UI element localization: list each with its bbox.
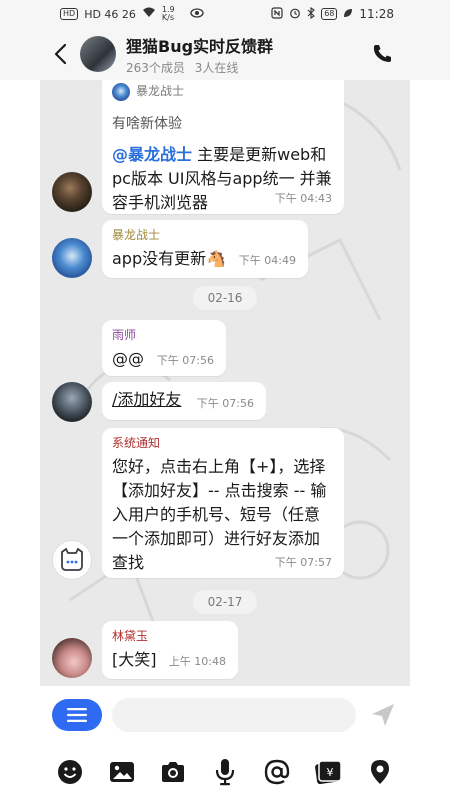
network-speed: 1.9 K/s bbox=[161, 5, 175, 22]
red-packet-icon: ¥ bbox=[315, 760, 343, 785]
message-time: 下午 04:49 bbox=[238, 254, 296, 267]
message-time: 下午 07:56 bbox=[196, 397, 254, 410]
message-time: 下午 04:43 bbox=[274, 192, 332, 205]
camera-icon bbox=[162, 762, 185, 782]
message-input[interactable] bbox=[112, 698, 356, 732]
avatar[interactable] bbox=[52, 172, 92, 212]
mention-button[interactable] bbox=[263, 758, 291, 786]
message-text: app没有更新🐴 bbox=[112, 249, 227, 268]
sender-name[interactable]: 雨师 bbox=[112, 326, 216, 343]
quoted-sender: 暴龙战士 bbox=[112, 82, 334, 101]
quoted-name: 暴龙战士 bbox=[136, 84, 185, 98]
message-bubble[interactable]: 暴龙战士 app没有更新🐴 下午 04:49 bbox=[102, 220, 308, 278]
red-packet-button[interactable]: ¥ bbox=[314, 758, 343, 786]
bluetooth-icon bbox=[307, 6, 316, 22]
avatar[interactable] bbox=[52, 382, 92, 422]
eye-icon bbox=[190, 7, 204, 21]
sender-name[interactable]: 暴龙战士 bbox=[112, 226, 298, 243]
message-bubble[interactable]: 系统通知 您好，点击右上角【+】，选择【添加好友】-- 点击搜索 -- 输入用户… bbox=[102, 428, 344, 578]
input-bar bbox=[40, 686, 410, 744]
group-title[interactable]: 狸猫Bug实时反馈群 bbox=[126, 33, 273, 57]
mention-link[interactable]: @暴龙战士 bbox=[112, 145, 192, 164]
group-avatar[interactable] bbox=[80, 36, 116, 72]
chat-area[interactable]: 暴龙战士 有啥新体验 @暴龙战士 主要是更新web和pc版本 UI风格与app统… bbox=[40, 80, 410, 686]
avatar[interactable] bbox=[52, 238, 92, 278]
message-bubble[interactable]: 雨师 @@ 下午 07:56 bbox=[102, 320, 226, 376]
smiley-icon bbox=[58, 760, 82, 784]
command-link[interactable]: /添加好友 bbox=[112, 390, 181, 409]
attachment-toolbar: ¥ bbox=[40, 744, 410, 800]
avatar[interactable] bbox=[52, 638, 92, 678]
group-subtitle: 263个成员 3人在线 bbox=[126, 59, 273, 76]
message-time: 下午 07:56 bbox=[156, 354, 214, 367]
image-button[interactable] bbox=[108, 758, 136, 786]
status-bar: HD HD 46 26 1.9 K/s 68 11:28 bbox=[0, 0, 450, 28]
microphone-icon bbox=[215, 759, 235, 786]
battery-level: 68 bbox=[321, 8, 338, 20]
sender-name[interactable]: 林黛玉 bbox=[112, 627, 228, 644]
at-sign-icon bbox=[264, 759, 289, 785]
message-bubble[interactable]: 暴龙战士 有啥新体验 @暴龙战士 主要是更新web和pc版本 UI风格与app统… bbox=[102, 80, 344, 214]
menu-button[interactable] bbox=[52, 699, 102, 731]
signal-text: HD 46 26 bbox=[84, 7, 136, 21]
message-bubble[interactable]: /添加好友 下午 07:56 bbox=[102, 382, 266, 420]
location-button[interactable] bbox=[366, 758, 394, 786]
svg-text:¥: ¥ bbox=[327, 766, 334, 779]
quoted-avatar bbox=[112, 82, 130, 101]
clock: 11:28 bbox=[359, 7, 394, 21]
message-text: [大笑] bbox=[112, 650, 157, 669]
date-divider: 02-16 bbox=[193, 286, 257, 310]
leaf-icon bbox=[343, 8, 353, 21]
menu-icon bbox=[67, 708, 87, 722]
phone-icon bbox=[373, 45, 391, 62]
send-icon bbox=[372, 704, 394, 726]
back-button[interactable] bbox=[40, 28, 80, 80]
avatar[interactable] bbox=[52, 540, 92, 580]
online-count: 3人在线 bbox=[194, 60, 239, 75]
image-icon bbox=[109, 762, 134, 782]
emoji-button[interactable] bbox=[56, 758, 84, 786]
chat-header: 狸猫Bug实时反馈群 263个成员 3人在线 bbox=[0, 28, 450, 80]
message-time: 上午 10:48 bbox=[168, 655, 226, 668]
sender-name[interactable]: 系统通知 bbox=[112, 434, 334, 451]
date-divider: 02-17 bbox=[193, 590, 257, 614]
nfc-icon bbox=[271, 6, 283, 22]
message-time: 下午 07:57 bbox=[274, 556, 332, 569]
camera-button[interactable] bbox=[159, 758, 187, 786]
member-count: 263个成员 bbox=[126, 60, 185, 75]
alarm-icon bbox=[289, 7, 301, 22]
wifi-icon bbox=[142, 7, 156, 21]
call-button[interactable] bbox=[370, 42, 394, 66]
quoted-text: 有啥新体验 bbox=[112, 115, 182, 132]
send-button[interactable] bbox=[370, 702, 396, 728]
voice-button[interactable] bbox=[211, 758, 239, 786]
chevron-left-icon bbox=[54, 43, 67, 65]
message-bubble[interactable]: 林黛玉 [大笑] 上午 10:48 bbox=[102, 621, 238, 679]
location-pin-icon bbox=[370, 760, 389, 784]
chat-bubble-icon bbox=[61, 547, 83, 571]
hd-badge: HD bbox=[60, 8, 79, 20]
